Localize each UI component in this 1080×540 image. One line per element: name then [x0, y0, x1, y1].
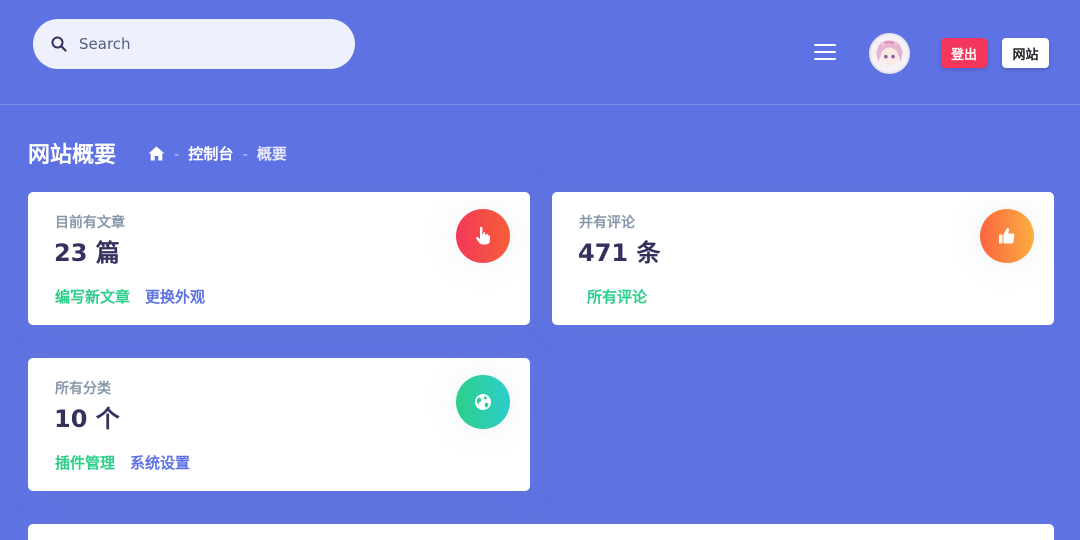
breadcrumb: - 控制台 - 概要: [148, 143, 287, 164]
stat-value: 10 个: [54, 405, 120, 433]
breadcrumb-separator: -: [174, 144, 180, 163]
stat-value: 471 条: [578, 239, 661, 267]
menu-toggle-icon[interactable]: [813, 42, 837, 62]
change-theme-link[interactable]: 更换外观: [145, 286, 205, 307]
logout-button[interactable]: 登出: [941, 38, 987, 68]
top-navbar: 登出 网站: [0, 0, 1080, 105]
breadcrumb-item-overview: 概要: [256, 145, 287, 163]
stat-card-posts: 目前有文章 23 篇 编写新文章 更换外观: [28, 192, 530, 325]
stat-value: 23 篇: [54, 239, 120, 267]
globe-icon: [456, 375, 510, 429]
plugin-management-link[interactable]: 插件管理: [55, 452, 115, 473]
write-post-link[interactable]: 编写新文章: [55, 286, 130, 307]
user-avatar[interactable]: [869, 33, 910, 74]
search-box[interactable]: [33, 19, 355, 69]
search-input[interactable]: [79, 35, 329, 53]
breadcrumb-item-dashboard[interactable]: 控制台: [188, 143, 233, 164]
stat-label: 并有评论: [579, 215, 635, 231]
all-comments-link[interactable]: 所有评论: [587, 286, 647, 307]
bottom-panel: [28, 524, 1054, 540]
search-icon: [51, 36, 67, 52]
stat-label: 所有分类: [55, 381, 111, 397]
system-settings-link[interactable]: 系统设置: [130, 452, 190, 473]
stat-card-comments: 并有评论 471 条 所有评论: [552, 192, 1054, 325]
home-icon[interactable]: [148, 146, 165, 161]
hand-pointer-icon: [456, 209, 510, 263]
stat-label: 目前有文章: [55, 215, 125, 231]
thumbs-up-icon: [980, 209, 1034, 263]
site-button[interactable]: 网站: [1002, 38, 1049, 68]
breadcrumb-separator: -: [242, 144, 248, 163]
page-title: 网站概要: [28, 143, 117, 168]
stat-card-categories: 所有分类 10 个 插件管理 系统设置: [28, 358, 530, 491]
